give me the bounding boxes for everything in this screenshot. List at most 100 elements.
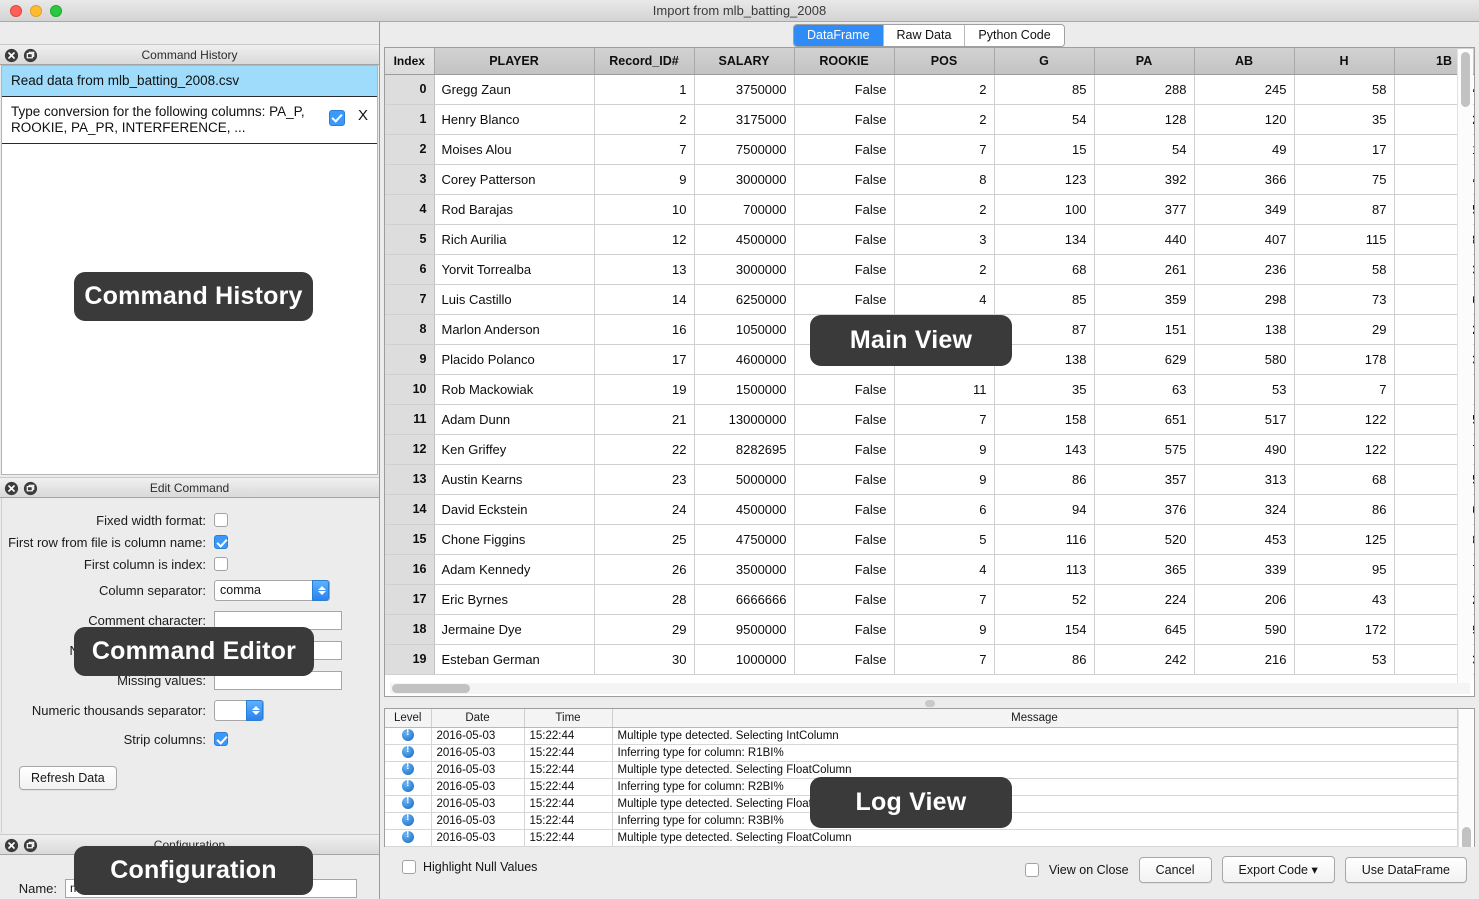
table-cell[interactable]: 6666666 xyxy=(694,584,795,615)
table-cell[interactable]: 298 xyxy=(1194,284,1295,315)
table-cell[interactable]: 1500000 xyxy=(694,374,795,405)
row-index-cell[interactable]: 2 xyxy=(385,134,435,165)
table-cell[interactable]: 17 xyxy=(1294,134,1395,165)
table-cell[interactable]: 261 xyxy=(1094,254,1195,285)
table-cell-player[interactable]: Moises Alou xyxy=(434,134,595,165)
table-cell[interactable]: 4600000 xyxy=(694,344,795,375)
table-cell[interactable]: 13 xyxy=(594,254,695,285)
refresh-data-button[interactable]: Refresh Data xyxy=(19,766,117,790)
table-row[interactable]: 19 Esteban German 30 1000000 False 7 86 242 216 5… xyxy=(385,644,1474,675)
tab-dataframe[interactable]: DataFrame xyxy=(794,25,884,46)
table-cell[interactable]: 26 xyxy=(594,554,695,585)
table-cell[interactable]: 53 xyxy=(1294,644,1395,675)
table-cell[interactable]: 29 xyxy=(594,614,695,645)
column-header-ab[interactable]: AB xyxy=(1194,48,1295,75)
cancel-button[interactable]: Cancel xyxy=(1138,856,1212,883)
table-cell[interactable]: 629 xyxy=(1094,344,1195,375)
table-cell[interactable]: 4750000 xyxy=(694,524,795,555)
table-cell[interactable]: 2 xyxy=(894,194,995,225)
table-cell[interactable]: 95 xyxy=(1294,554,1395,585)
row-index-cell[interactable]: 4 xyxy=(385,194,435,225)
log-row[interactable]: 2016-05-0315:22:44Multiple type detected… xyxy=(385,727,1458,745)
column-header-salary[interactable]: SALARY xyxy=(694,48,795,75)
table-row[interactable]: 12 Ken Griffey 22 8282695 False 9 143 575 490 122… xyxy=(385,434,1474,465)
table-cell-player[interactable]: Placido Polanco xyxy=(434,344,595,375)
table-cell-player[interactable]: Yorvit Torrealba xyxy=(434,254,595,285)
table-row[interactable]: 13 Austin Kearns 23 5000000 False 9 86 357 313 68… xyxy=(385,464,1474,495)
table-cell[interactable]: 517 xyxy=(1194,404,1295,435)
table-row[interactable]: 5 Rich Aurilia 12 4500000 False 3 134 440 407 115… xyxy=(385,224,1474,255)
table-cell[interactable]: 3000000 xyxy=(694,254,795,285)
table-cell[interactable]: 2 xyxy=(594,104,695,135)
table-cell[interactable]: 43 xyxy=(1294,584,1395,615)
table-cell[interactable]: 178 xyxy=(1294,344,1395,375)
table-cell[interactable]: 3 xyxy=(894,224,995,255)
row-index-cell[interactable]: 0 xyxy=(385,74,435,105)
table-cell[interactable]: 54 xyxy=(1094,134,1195,165)
table-cell[interactable]: 14 xyxy=(594,284,695,315)
table-vertical-scroll-thumb[interactable] xyxy=(1461,52,1470,107)
table-cell[interactable]: False xyxy=(794,584,895,615)
column-header-h[interactable]: H xyxy=(1294,48,1395,75)
table-cell[interactable]: 407 xyxy=(1194,224,1295,255)
view-on-close-checkbox[interactable] xyxy=(1024,862,1039,877)
table-cell[interactable]: 113 xyxy=(994,554,1095,585)
table-cell[interactable]: 23 xyxy=(594,464,695,495)
table-cell[interactable]: False xyxy=(794,134,895,165)
row-index-cell[interactable]: 14 xyxy=(385,494,435,525)
log-column-message[interactable]: Message xyxy=(612,709,1458,728)
table-cell[interactable]: 6 xyxy=(894,494,995,525)
table-cell[interactable]: 73 xyxy=(1294,284,1395,315)
table-cell[interactable]: 53 xyxy=(1194,374,1295,405)
table-cell[interactable]: False xyxy=(794,644,895,675)
table-cell[interactable]: 2 xyxy=(894,104,995,135)
table-cell[interactable]: 9 xyxy=(894,434,995,465)
table-cell-player[interactable]: David Eckstein xyxy=(434,494,595,525)
table-cell[interactable]: False xyxy=(794,554,895,585)
table-cell[interactable]: 86 xyxy=(994,644,1095,675)
table-cell[interactable]: 138 xyxy=(1194,314,1295,345)
table-cell[interactable]: 24 xyxy=(594,494,695,525)
table-cell[interactable]: 4500000 xyxy=(694,494,795,525)
table-cell[interactable]: 29 xyxy=(1294,314,1395,345)
column-header-player[interactable]: PLAYER xyxy=(434,48,595,75)
table-cell[interactable]: 94 xyxy=(994,494,1095,525)
log-column-time[interactable]: Time xyxy=(524,709,613,728)
dataframe-table-container[interactable]: Index PLAYER Record_ID# SALARY ROOKIE PO… xyxy=(384,47,1475,697)
table-cell[interactable]: 359 xyxy=(1094,284,1195,315)
table-cell[interactable]: 7 xyxy=(894,584,995,615)
first-row-checkbox[interactable] xyxy=(214,535,228,549)
table-cell[interactable]: 86 xyxy=(1294,494,1395,525)
table-cell[interactable]: False xyxy=(794,464,895,495)
table-cell[interactable]: 580 xyxy=(1194,344,1295,375)
table-cell[interactable]: 242 xyxy=(1094,644,1195,675)
table-cell-player[interactable]: Austin Kearns xyxy=(434,464,595,495)
table-cell[interactable]: 3750000 xyxy=(694,74,795,105)
table-cell[interactable]: 700000 xyxy=(694,194,795,225)
table-cell[interactable]: 490 xyxy=(1194,434,1295,465)
table-cell-player[interactable]: Rod Barajas xyxy=(434,194,595,225)
column-header-index[interactable]: Index xyxy=(385,48,435,75)
table-cell[interactable]: 68 xyxy=(1294,464,1395,495)
table-cell[interactable]: 100 xyxy=(994,194,1095,225)
table-cell[interactable]: 365 xyxy=(1094,554,1195,585)
table-cell[interactable]: 63 xyxy=(1094,374,1195,405)
table-cell[interactable]: 35 xyxy=(1294,104,1395,135)
table-cell[interactable]: 128 xyxy=(1094,104,1195,135)
table-cell[interactable]: 158 xyxy=(994,404,1095,435)
table-cell[interactable]: 75 xyxy=(1294,164,1395,195)
row-index-cell[interactable]: 8 xyxy=(385,314,435,345)
table-row[interactable]: 6 Yorvit Torrealba 13 3000000 False 2 68 261 236… xyxy=(385,254,1474,285)
table-cell[interactable]: 590 xyxy=(1194,614,1295,645)
table-cell[interactable]: 30 xyxy=(594,644,695,675)
table-cell[interactable]: 125 xyxy=(1294,524,1395,555)
column-header-record-id[interactable]: Record_ID# xyxy=(594,48,695,75)
table-cell[interactable]: 58 xyxy=(1294,254,1395,285)
tab-python-code[interactable]: Python Code xyxy=(965,25,1064,46)
table-row[interactable]: 2Moises Alou77500000False71554491715 xyxy=(385,134,1474,165)
table-cell[interactable]: False xyxy=(794,524,895,555)
table-cell[interactable]: 6250000 xyxy=(694,284,795,315)
table-cell[interactable]: 115 xyxy=(1294,224,1395,255)
table-cell[interactable]: 7 xyxy=(1294,374,1395,405)
table-cell[interactable]: False xyxy=(794,434,895,465)
